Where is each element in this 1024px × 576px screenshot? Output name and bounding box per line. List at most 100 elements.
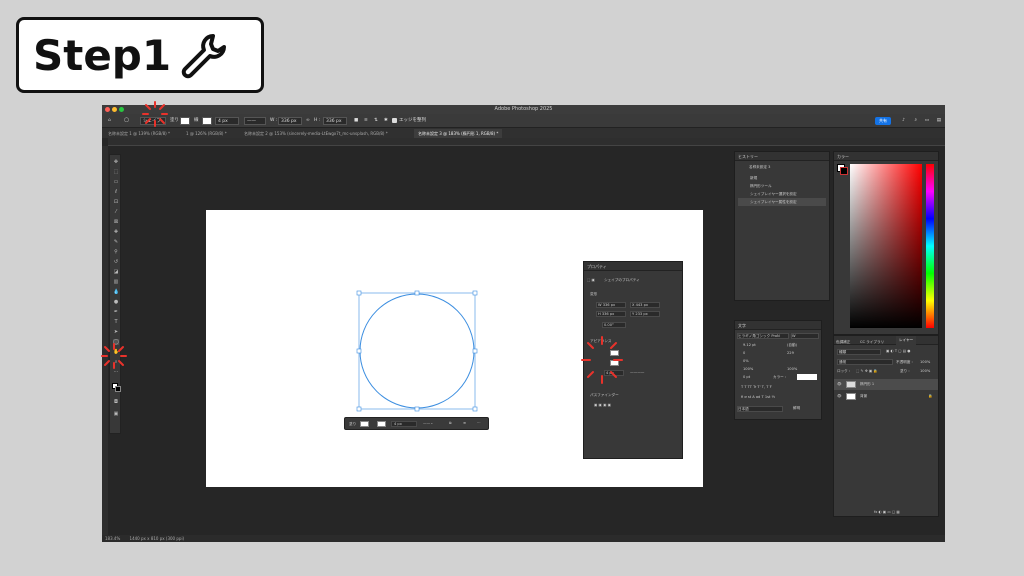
history-document[interactable]: 名称未設定 3 [749,165,770,170]
tab-doc-4[interactable]: 名称未設定 3 @ 183% (楕円形 1, RGB/8) * [414,129,503,138]
prop-angle-field[interactable]: 0.00° [602,322,626,328]
layer-row[interactable]: 👁 楕円形 1 [834,379,938,390]
history-item[interactable]: 新規 [738,174,826,182]
kerning-field[interactable]: 0 [743,351,745,355]
pen-tool-icon[interactable]: ✒ [113,309,119,315]
layer-row[interactable]: 👁 背景 🔒 [834,391,938,402]
eye-icon[interactable]: 👁 [837,382,842,386]
tab-layers[interactable]: レイヤー [896,336,917,345]
share-button[interactable]: 共有 [875,117,891,125]
background-color-swatch[interactable] [115,386,121,392]
fill-field[interactable]: 100% [920,369,930,373]
opacity-field[interactable]: 100% [920,360,930,364]
tab-doc-1[interactable]: 名称未設定 1 @ 139% (RGB/8) * [104,129,174,138]
ellipse-tool-icon[interactable]: ◯ [124,117,129,125]
font-size-field[interactable]: 9.12 pt [743,343,756,347]
link-icon[interactable]: ∞ [306,117,310,125]
leading-field[interactable]: (自動) [787,343,797,348]
stroke-width-field[interactable]: 4 px [215,117,239,125]
pathfinder-section-label[interactable]: パスファインダー [590,393,619,398]
zoom-level[interactable]: 183.4% [105,536,120,541]
home-icon[interactable]: ⌂ [108,117,111,125]
history-item[interactable]: シェイプレイヤー選択を設定 [738,190,826,198]
antialias-select[interactable]: 鮮明 [793,406,800,411]
blur-tool-icon[interactable]: 💧 [113,289,119,295]
ctx-more-icon[interactable]: ⋯ [477,421,481,425]
ctx-fill-swatch[interactable] [360,421,369,427]
ctx-stroke-swatch[interactable] [377,421,386,427]
ellipse-shape[interactable] [356,290,478,412]
prop-width-field[interactable]: W 336 px [596,302,626,308]
blend-mode-select[interactable]: 通常 [837,359,893,365]
healing-tool-icon[interactable]: ✚ [113,229,119,235]
quick-mask-icon[interactable]: ◘ [113,399,119,405]
history-item[interactable]: シェイプレイヤー属性を設定 [738,198,826,206]
search-icon[interactable]: ⌕ [914,117,917,125]
transform-section-label[interactable]: 変形 [590,292,597,297]
eraser-tool-icon[interactable]: ◪ [113,269,119,275]
tab-adjustments[interactable]: 色調補正 [836,338,850,347]
crop-tool-icon[interactable]: ⊡ [113,199,119,205]
tab-doc-3[interactable]: 名称未設定 2 @ 153% (sincerely-media-LtEwgx7t… [240,129,392,138]
baseline-field[interactable]: 0 pt [743,375,750,379]
stroke-type-select[interactable]: —— [244,117,266,125]
move-tool-icon[interactable]: ✥ [113,159,119,165]
lasso-tool-icon[interactable]: ℓ [113,189,119,195]
tab-doc-2[interactable]: 1 @ 126% (RGB/8) * [182,129,231,138]
pathfinder-buttons[interactable]: ▣ ▣ ▣ ▣ [594,403,611,407]
ctx-path-ops-icon[interactable]: ⧉ [449,421,452,425]
path-align-icon[interactable]: ≡ [364,117,368,125]
dodge-tool-icon[interactable]: ● [113,299,119,305]
layer-filter-select[interactable]: 種類 [837,349,881,355]
tab-cc-libraries[interactable]: CC ライブラリ [860,338,884,347]
type-tool-icon[interactable]: T [113,319,119,325]
color-field[interactable] [850,164,922,328]
vertical-scale-field[interactable]: 100% [743,367,753,371]
tsume-field[interactable]: 0% [743,359,749,363]
prop-y-field[interactable]: Y 233 px [630,311,660,317]
horizontal-scale-field[interactable]: 100% [787,367,797,371]
font-style-select[interactable]: W [791,333,819,339]
tracking-field[interactable]: 229 [787,351,794,355]
marquee-tool-icon[interactable]: ▭ [113,179,119,185]
path-arrange-icon[interactable]: ⇅ [374,117,378,125]
stroke-swatch[interactable] [202,117,212,125]
frame-tool-icon[interactable]: ⊠ [113,219,119,225]
history-brush-icon[interactable]: ↺ [113,259,119,265]
prop-stroke-type[interactable]: ———— [630,370,644,374]
opentype-buttons[interactable]: fi σ st A ad T 1st ½ [741,395,775,399]
clone-tool-icon[interactable]: ⚲ [113,249,119,255]
brush-tool-icon[interactable]: ✎ [113,239,119,245]
bell-icon[interactable]: ♪ [902,117,905,125]
text-style-buttons[interactable]: T T TT Tr T' T, T Ŧ [741,385,772,389]
path-ops-icon[interactable]: ■ [354,117,358,125]
text-color-swatch[interactable] [797,374,817,380]
lock-icons[interactable]: ⬚ ✎ ✥ ▣ 🔒 [856,369,878,373]
gear-icon[interactable]: ✱ [384,117,388,125]
font-family-select[interactable]: ヒラギノ角ゴシック ProN [737,333,789,339]
prop-x-field[interactable]: X 443 px [630,302,660,308]
ctx-stroke-type[interactable]: ——⌄ [423,421,433,425]
history-item[interactable]: 楕円形ツール [738,182,826,190]
eyedropper-tool-icon[interactable]: ⁄ [113,209,119,215]
layer-footer-icons[interactable]: fx ◐ ▣ ▭ ▢ ▦ [874,510,900,514]
prop-height-field[interactable]: H 336 px [596,311,626,317]
workspace-icon[interactable]: ▭ [925,117,929,125]
layer-name[interactable]: 楕円形 1 [860,382,874,387]
artboard-tool-icon[interactable]: ⬚ [113,169,119,175]
layer-name[interactable]: 背景 [860,394,867,399]
align-edges-checkbox[interactable] [392,118,397,123]
language-select[interactable]: 日本語 [737,406,783,412]
gradient-tool-icon[interactable]: ▥ [113,279,119,285]
eye-icon[interactable]: 👁 [837,394,842,398]
panel-layout-icon[interactable]: ▤ [937,117,941,125]
ctx-settings-icon[interactable]: ≡ [463,421,466,425]
layer-filter-icons[interactable]: ▣ ◐ T ▢ ▤ ● [886,349,910,353]
ctx-stroke-width[interactable]: 4 px [391,421,417,427]
fill-swatch[interactable] [180,117,190,125]
screen-mode-icon[interactable]: ▣ [113,411,119,417]
path-select-tool-icon[interactable]: ➤ [113,329,119,335]
hue-slider[interactable] [926,164,934,328]
height-field[interactable]: 336 px [323,117,347,125]
color-background-swatch[interactable] [840,167,848,175]
